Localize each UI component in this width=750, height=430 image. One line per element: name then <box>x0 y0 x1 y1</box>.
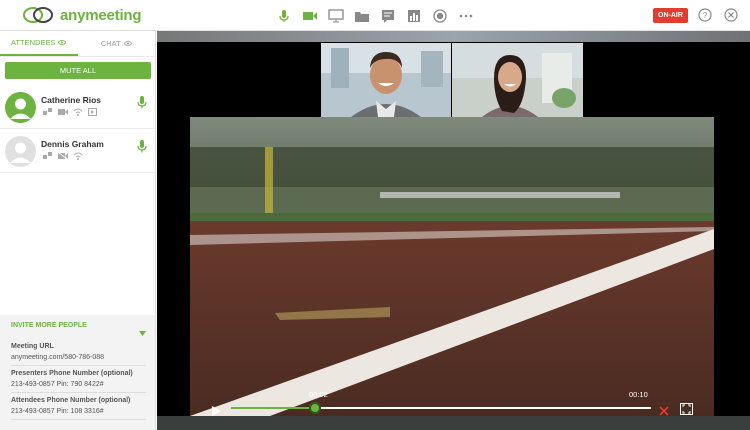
logo-text: anymeeting <box>60 6 142 24</box>
play-button[interactable] <box>212 403 221 416</box>
webcam-feed-1[interactable] <box>321 43 451 117</box>
seek-bar-progress <box>231 407 315 409</box>
video-player[interactable]: 00:02 00:10 <box>190 117 714 416</box>
sidebar: ATTENDEES CHAT MUTE ALL Catherine Rios D… <box>0 31 156 430</box>
tab-chat[interactable]: CHAT <box>78 31 156 56</box>
logo: anymeeting <box>22 6 142 24</box>
mic-icon[interactable] <box>274 6 294 26</box>
on-air-button[interactable]: ON-AIR <box>653 8 688 23</box>
mic-icon[interactable] <box>137 140 147 158</box>
avatar <box>5 92 36 123</box>
share-icon <box>43 108 52 115</box>
avatar <box>5 136 36 167</box>
current-time: 00:02 <box>309 390 328 399</box>
screen-share-icon[interactable] <box>326 6 346 26</box>
chevron-down-icon[interactable] <box>139 323 146 341</box>
camera-off-icon <box>58 152 68 160</box>
notes-icon[interactable] <box>378 6 398 26</box>
total-time: 00:10 <box>629 390 648 399</box>
tab-label: ATTENDEES <box>11 38 56 47</box>
attendee-name: Dennis Graham <box>41 139 104 149</box>
presenters-phone-value[interactable]: 213-493-0857 Pin: 790 8422# <box>11 381 104 388</box>
camera-icon[interactable] <box>300 6 320 26</box>
field-label: Meeting URL <box>11 343 54 350</box>
video-frame <box>190 117 714 416</box>
list-item[interactable]: Catherine Rios <box>0 86 155 129</box>
attendee-status-icons <box>43 152 83 160</box>
wifi-icon <box>73 152 83 160</box>
record-icon[interactable] <box>430 6 450 26</box>
svg-text:?: ? <box>703 11 708 20</box>
wifi-icon <box>73 108 83 116</box>
stage-top-strip <box>157 31 750 42</box>
poll-icon[interactable] <box>404 6 424 26</box>
close-video-icon[interactable] <box>659 403 669 416</box>
logo-chat-bubbles-icon <box>23 7 53 23</box>
invite-panel: INVITE MORE PEOPLE Meeting URL anymeetin… <box>0 315 155 430</box>
stage-bottom-strip <box>157 416 750 430</box>
seek-handle[interactable] <box>309 402 321 414</box>
webcam-feed-2[interactable] <box>452 43 583 117</box>
sidebar-tabs: ATTENDEES CHAT <box>0 31 155 57</box>
attendees-phone-value[interactable]: 213-493-0857 Pin: 108 3316# <box>11 408 104 415</box>
divider <box>11 365 146 366</box>
more-icon[interactable] <box>456 6 476 26</box>
mic-icon[interactable] <box>137 96 147 114</box>
eye-icon <box>123 41 132 46</box>
tab-attendees[interactable]: ATTENDEES <box>0 31 78 56</box>
camera-icon <box>58 109 68 115</box>
meeting-url-value[interactable]: anymeeting.com/580-786-088 <box>11 354 104 361</box>
mute-all-button[interactable]: MUTE ALL <box>5 62 151 79</box>
toolbar <box>274 6 476 26</box>
eye-icon <box>58 40 67 45</box>
video-stage: 00:02 00:10 <box>157 31 750 430</box>
share-icon <box>43 152 52 159</box>
top-bar: anymeeting ON-AIR ? <box>0 0 750 31</box>
divider <box>11 419 146 420</box>
fullscreen-icon[interactable] <box>680 402 693 416</box>
help-icon[interactable]: ? <box>698 8 712 27</box>
folder-icon[interactable] <box>352 6 372 26</box>
attendee-name: Catherine Rios <box>41 95 101 105</box>
list-item[interactable]: Dennis Graham <box>0 130 155 173</box>
close-icon[interactable] <box>724 8 738 27</box>
present-icon <box>88 108 97 116</box>
attendee-status-icons <box>43 108 97 116</box>
divider <box>11 392 146 393</box>
invite-heading[interactable]: INVITE MORE PEOPLE <box>11 322 87 329</box>
tab-label: CHAT <box>100 39 121 48</box>
seek-bar[interactable] <box>231 402 651 414</box>
field-label: Attendees Phone Number (optional) <box>11 397 131 404</box>
field-label: Presenters Phone Number (optional) <box>11 370 133 377</box>
